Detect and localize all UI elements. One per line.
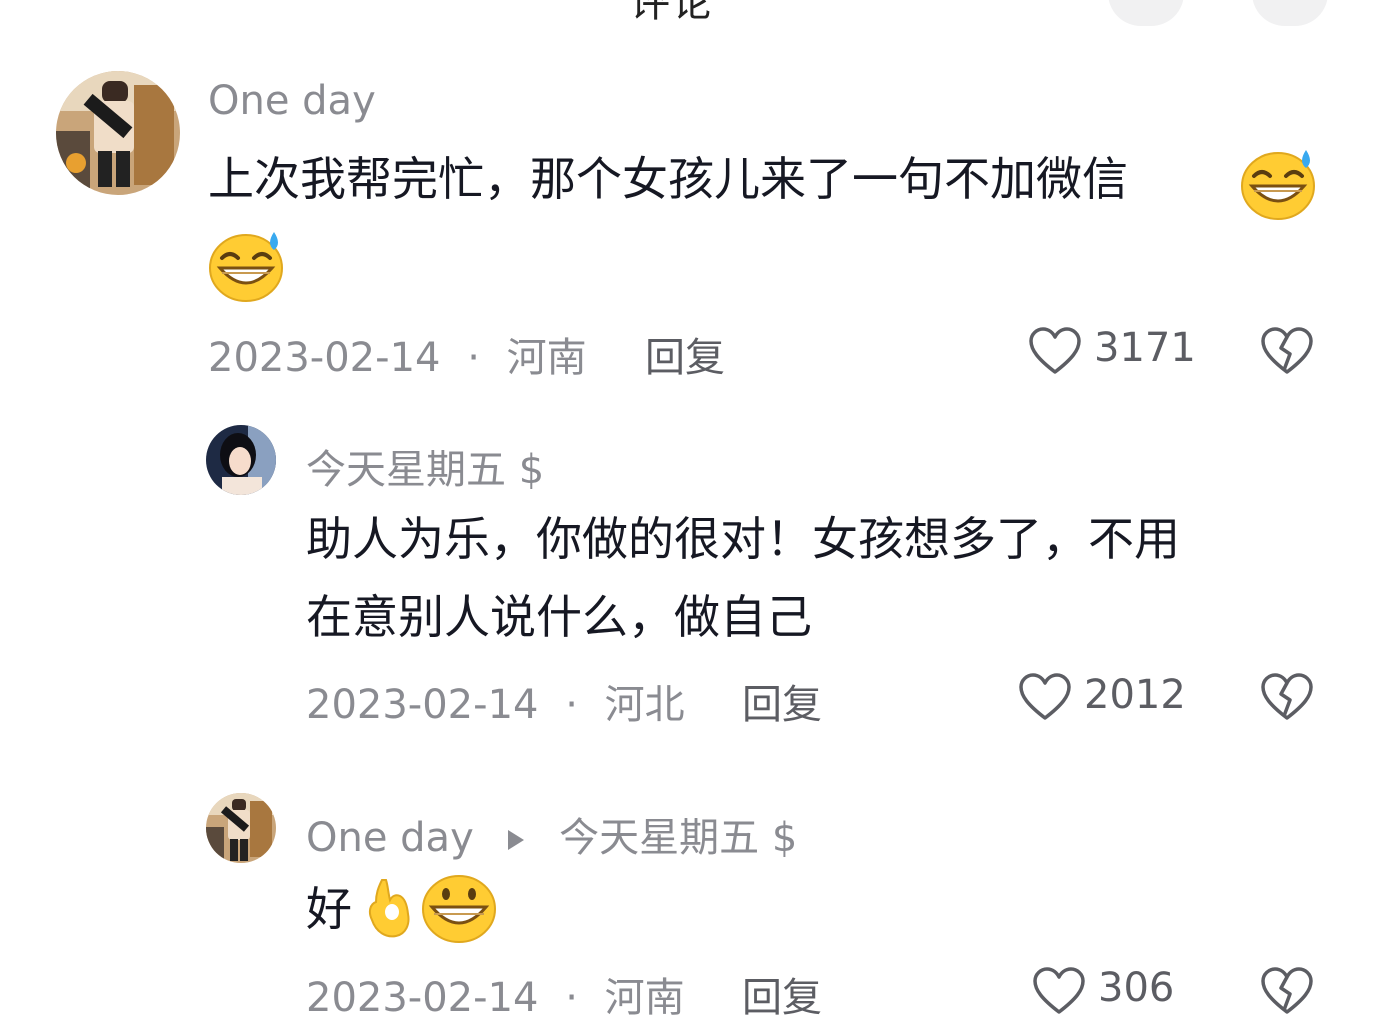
meta-separator: · (467, 335, 480, 381)
reply-to-arrow-icon (508, 830, 525, 850)
comment-meta: 2023-02-14 · 河南 (306, 965, 685, 1023)
page-title: 评论 (630, 0, 714, 26)
close-button[interactable] (1252, 0, 1328, 26)
reply-button[interactable]: 回复 (742, 965, 822, 1023)
like-count: 3171 (1094, 325, 1196, 371)
dislike-icon[interactable] (1260, 672, 1314, 722)
comment-meta: 2023-02-14 · 河北 (306, 672, 685, 730)
comment-text-line-2: 在意别人说什么，做自己 (306, 590, 812, 644)
dislike-icon[interactable] (1260, 966, 1314, 1016)
reply-to-username[interactable]: 今天星期五 $ (559, 815, 797, 861)
reply-button[interactable]: 回复 (645, 325, 725, 383)
comment-username[interactable]: One day (306, 815, 474, 861)
avatar[interactable] (206, 425, 276, 495)
like-heart-icon[interactable] (1018, 672, 1072, 722)
like-heart-icon[interactable] (1032, 966, 1086, 1016)
comment-username[interactable]: 今天星期五 $ (306, 437, 544, 495)
meta-separator: · (565, 682, 578, 728)
like-heart-icon[interactable] (1028, 326, 1082, 376)
sweat-smile-emoji (1241, 150, 1315, 220)
avatar-image (56, 71, 180, 195)
like-count: 306 (1098, 965, 1175, 1011)
comment-username[interactable]: One day (208, 78, 376, 124)
grin-emoji (422, 875, 496, 943)
avatar[interactable] (56, 71, 180, 195)
comment-date: 2023-02-14 (306, 682, 539, 728)
avatar[interactable] (206, 793, 276, 863)
avatar-image (206, 793, 276, 863)
ok-hand-emoji (368, 879, 410, 938)
comment-text: 上次我帮完忙，那个女孩儿来了一句不加微信 (208, 152, 1128, 206)
reply-header: One day 今天星期五 $ (306, 805, 797, 863)
sweat-smile-emoji (209, 232, 283, 302)
meta-separator: · (565, 975, 578, 1021)
header-button-left[interactable] (1108, 0, 1184, 26)
comment-location: 河南 (604, 975, 685, 1021)
comment-location: 河北 (604, 682, 685, 728)
comment-text-line-1: 助人为乐，你做的很对！女孩想多了，不用 (306, 512, 1180, 566)
comment-text: 好 (306, 882, 352, 936)
comment-location: 河南 (506, 335, 587, 381)
comment-date: 2023-02-14 (306, 975, 539, 1021)
like-count: 2012 (1084, 672, 1186, 718)
comment-meta: 2023-02-14 · 河南 (208, 325, 587, 383)
dislike-icon[interactable] (1260, 326, 1314, 376)
avatar-image (206, 425, 276, 495)
comment-date: 2023-02-14 (208, 335, 441, 381)
reply-button[interactable]: 回复 (742, 672, 822, 730)
